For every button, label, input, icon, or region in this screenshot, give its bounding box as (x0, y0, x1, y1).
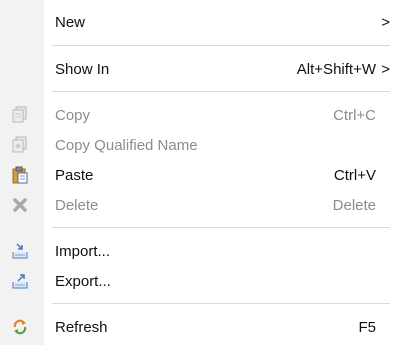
menu-separator (52, 91, 390, 92)
menu-item-show-in-label: Show In (55, 60, 110, 78)
export-icon (10, 271, 30, 291)
refresh-icon (10, 317, 30, 337)
menu-item-copy-label: Copy (55, 106, 91, 124)
menu-item-paste-label: Paste (55, 166, 94, 184)
import-icon (10, 241, 30, 261)
menu-item-copy-qualified-name[interactable]: Copy Qualified Name (0, 130, 398, 160)
menu-item-copy[interactable]: Copy Ctrl+C (0, 100, 398, 130)
context-menu: New > Show In Alt+Shift+W > Copy Ctrl+C (0, 0, 398, 345)
menu-item-export-label: Export... (55, 272, 111, 290)
paste-icon (10, 165, 30, 185)
menu-item-copy-shortcut: Ctrl+C (333, 106, 376, 124)
menu-item-show-in[interactable]: Show In Alt+Shift+W > (0, 54, 398, 84)
menu-item-paste[interactable]: Paste Ctrl+V (0, 160, 398, 190)
copy-qualified-name-icon (10, 135, 30, 155)
submenu-arrow-icon: > (381, 60, 390, 78)
menu-item-new[interactable]: New > (0, 7, 398, 37)
menu-separator (52, 227, 390, 228)
menu-separator (52, 303, 390, 304)
menu-item-show-in-shortcut: Alt+Shift+W (296, 60, 376, 78)
menu-item-new-label: New (55, 13, 86, 31)
menu-item-import[interactable]: Import... (0, 236, 398, 266)
menu-item-refresh[interactable]: Refresh F5 (0, 312, 398, 342)
delete-icon (10, 195, 30, 215)
menu-item-delete[interactable]: Delete Delete (0, 190, 398, 220)
menu-item-delete-shortcut: Delete (332, 196, 376, 214)
menu-item-paste-shortcut: Ctrl+V (333, 166, 376, 184)
menu-item-delete-label: Delete (55, 196, 99, 214)
menu-item-copy-qualified-name-label: Copy Qualified Name (55, 136, 198, 154)
menu-item-refresh-shortcut: F5 (358, 318, 376, 336)
copy-icon (10, 105, 30, 125)
menu-item-export[interactable]: Export... (0, 266, 398, 296)
menu-item-import-label: Import... (55, 242, 111, 260)
menu-separator (52, 45, 390, 46)
menu-item-refresh-label: Refresh (55, 318, 108, 336)
submenu-arrow-icon: > (381, 13, 390, 31)
